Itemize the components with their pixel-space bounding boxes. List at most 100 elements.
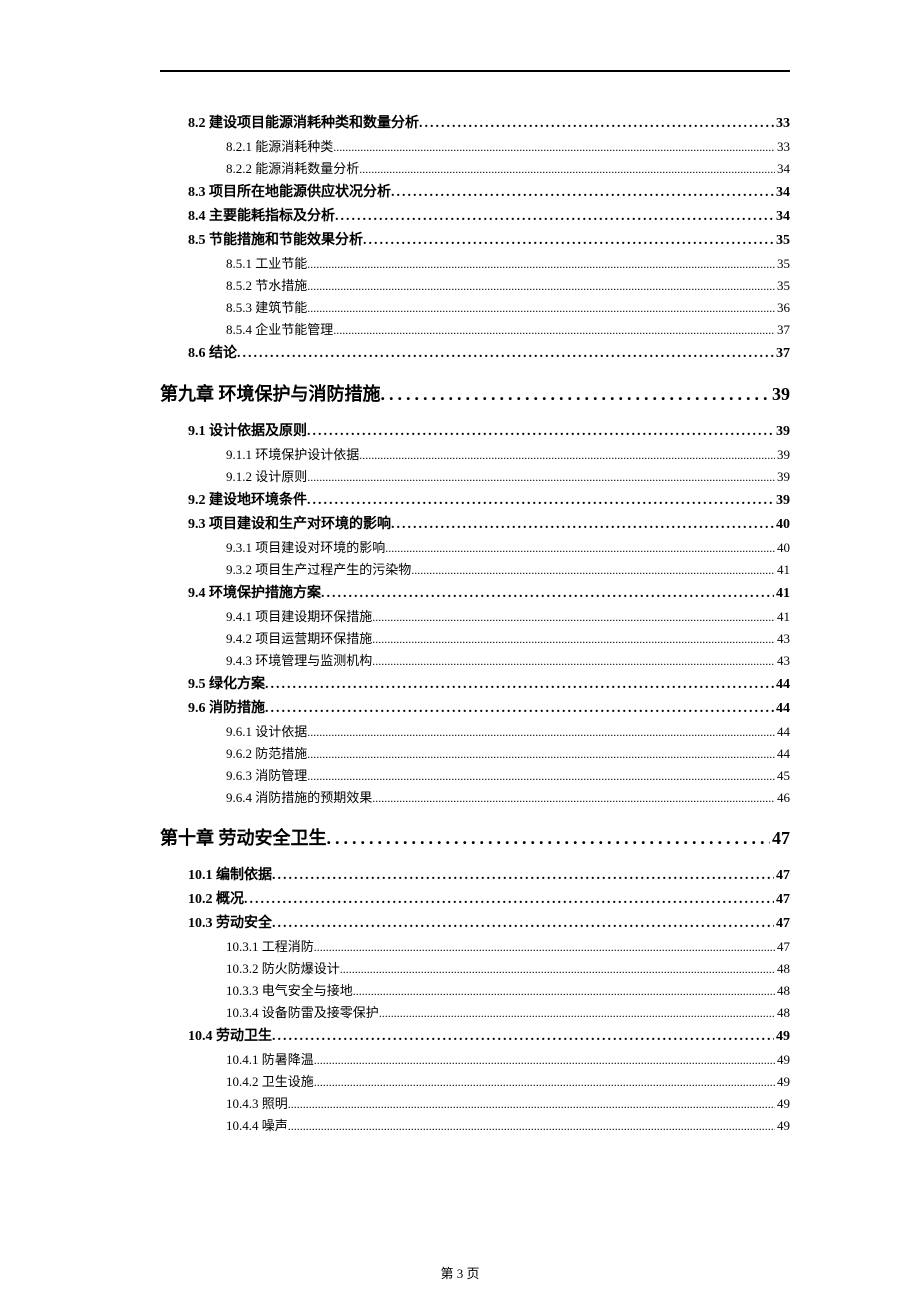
toc-leader: ........................................… bbox=[265, 677, 774, 693]
toc-leader: ........................................… bbox=[307, 493, 774, 509]
toc-entry[interactable]: 9.1 设计依据及原则.............................… bbox=[160, 420, 790, 440]
toc-title: 9.6 消防措施 bbox=[188, 697, 265, 717]
toc-leader: ........................................… bbox=[327, 828, 771, 849]
toc-page: 41 bbox=[775, 609, 790, 625]
toc-title: 10.1 编制依据 bbox=[188, 864, 272, 884]
toc-entry[interactable]: 10.1 编制依据...............................… bbox=[160, 864, 790, 884]
toc-entry[interactable]: 8.5 节能措施和节能效果分析.........................… bbox=[160, 229, 790, 249]
toc-entry[interactable]: 9.3.2 项目生产过程产生的污染物......................… bbox=[160, 559, 790, 578]
toc-leader: ........................................… bbox=[272, 916, 774, 932]
toc-page: 44 bbox=[774, 677, 790, 693]
toc-leader: ........................................… bbox=[385, 541, 775, 556]
toc-entry[interactable]: 10.4 劳动卫生...............................… bbox=[160, 1025, 790, 1045]
toc-title: 第十章 劳动安全卫生 bbox=[160, 824, 327, 850]
toc-entry[interactable]: 第九章 环境保护与消防措施...........................… bbox=[160, 380, 790, 406]
page-footer: 第 3 页 bbox=[0, 1263, 920, 1282]
table-of-contents: 8.2 建设项目能源消耗种类和数量分析.....................… bbox=[160, 112, 790, 1134]
toc-leader: ........................................… bbox=[359, 448, 775, 463]
toc-title: 9.5 绿化方案 bbox=[188, 673, 265, 693]
toc-entry[interactable]: 9.4.3 环境管理与监测机构.........................… bbox=[160, 650, 790, 669]
toc-entry[interactable]: 9.1.2 设计原则..............................… bbox=[160, 466, 790, 485]
toc-entry[interactable]: 9.6.2 防范措施..............................… bbox=[160, 743, 790, 762]
toc-entry[interactable]: 8.4 主要能耗指标及分析...........................… bbox=[160, 205, 790, 225]
toc-page: 47 bbox=[775, 939, 790, 955]
toc-title: 8.5.2 节水措施 bbox=[226, 275, 307, 294]
toc-leader: ........................................… bbox=[314, 1053, 775, 1068]
toc-title: 9.6.1 设计依据 bbox=[226, 721, 307, 740]
toc-page: 48 bbox=[775, 961, 790, 977]
toc-page: 39 bbox=[774, 424, 790, 440]
toc-page: 36 bbox=[775, 300, 790, 316]
toc-entry[interactable]: 9.6 消防措施................................… bbox=[160, 697, 790, 717]
toc-entry[interactable]: 10.3.2 防火防爆设计...........................… bbox=[160, 958, 790, 977]
toc-page: 40 bbox=[774, 517, 790, 533]
toc-title: 9.2 建设地环境条件 bbox=[188, 489, 307, 509]
toc-leader: ........................................… bbox=[419, 116, 774, 132]
header-rule bbox=[160, 70, 790, 72]
toc-entry[interactable]: 9.1.1 环境保护设计依据..........................… bbox=[160, 444, 790, 463]
toc-entry[interactable]: 8.3 项目所在地能源供应状况分析.......................… bbox=[160, 181, 790, 201]
toc-leader: ........................................… bbox=[244, 892, 774, 908]
toc-entry[interactable]: 8.5.4 企业节能管理............................… bbox=[160, 319, 790, 338]
toc-entry[interactable]: 10.3.1 工程消防.............................… bbox=[160, 936, 790, 955]
toc-leader: ........................................… bbox=[359, 162, 775, 177]
toc-entry[interactable]: 10.3 劳动安全...............................… bbox=[160, 912, 790, 932]
toc-leader: ........................................… bbox=[288, 1097, 775, 1112]
toc-entry[interactable]: 9.6.3 消防管理..............................… bbox=[160, 765, 790, 784]
toc-entry[interactable]: 10.4.2 卫生设施.............................… bbox=[160, 1071, 790, 1090]
toc-entry[interactable]: 10.4.3 照明...............................… bbox=[160, 1093, 790, 1112]
toc-leader: ........................................… bbox=[391, 185, 774, 201]
toc-title: 10.4.4 噪声 bbox=[226, 1115, 288, 1134]
toc-title: 9.1.2 设计原则 bbox=[226, 466, 307, 485]
toc-entry[interactable]: 8.5.2 节水措施..............................… bbox=[160, 275, 790, 294]
toc-page: 39 bbox=[774, 493, 790, 509]
toc-title: 8.4 主要能耗指标及分析 bbox=[188, 205, 335, 225]
toc-entry[interactable]: 9.3 项目建设和生产对环境的影响.......................… bbox=[160, 513, 790, 533]
toc-leader: ........................................… bbox=[307, 747, 775, 762]
toc-entry[interactable]: 9.5 绿化方案................................… bbox=[160, 673, 790, 693]
toc-entry[interactable]: 8.5.1 工业节能..............................… bbox=[160, 253, 790, 272]
toc-entry[interactable]: 9.6.1 设计依据..............................… bbox=[160, 721, 790, 740]
toc-leader: ........................................… bbox=[307, 279, 775, 294]
toc-leader: ........................................… bbox=[314, 940, 775, 955]
toc-entry[interactable]: 8.6 结论..................................… bbox=[160, 342, 790, 362]
toc-entry[interactable]: 8.2.1 能源消耗种类............................… bbox=[160, 136, 790, 155]
toc-title: 9.3.2 项目生产过程产生的污染物 bbox=[226, 559, 411, 578]
toc-title: 9.4.2 项目运营期环保措施 bbox=[226, 628, 372, 647]
toc-entry[interactable]: 9.3.1 项目建设对环境的影响........................… bbox=[160, 537, 790, 556]
toc-title: 第九章 环境保护与消防措施 bbox=[160, 380, 381, 406]
toc-entry[interactable]: 8.5.3 建筑节能..............................… bbox=[160, 297, 790, 316]
toc-title: 9.4.3 环境管理与监测机构 bbox=[226, 650, 372, 669]
toc-entry[interactable]: 9.6.4 消防措施的预期效果.........................… bbox=[160, 787, 790, 806]
toc-entry[interactable]: 8.2.2 能源消耗数量分析..........................… bbox=[160, 158, 790, 177]
toc-entry[interactable]: 10.3.3 电气安全与接地..........................… bbox=[160, 980, 790, 999]
toc-leader: ........................................… bbox=[353, 984, 775, 999]
toc-page: 33 bbox=[774, 116, 790, 132]
toc-title: 9.1 设计依据及原则 bbox=[188, 420, 307, 440]
toc-entry[interactable]: 9.4.1 项目建设期环保措施.........................… bbox=[160, 606, 790, 625]
toc-entry[interactable]: 10.4.1 防暑降温.............................… bbox=[160, 1049, 790, 1068]
toc-entry[interactable]: 9.4.2 项目运营期环保措施.........................… bbox=[160, 628, 790, 647]
toc-title: 10.4 劳动卫生 bbox=[188, 1025, 272, 1045]
toc-entry[interactable]: 10.3.4 设备防雷及接零保护........................… bbox=[160, 1002, 790, 1021]
toc-leader: ........................................… bbox=[340, 962, 775, 977]
toc-leader: ........................................… bbox=[411, 563, 775, 578]
toc-title: 10.2 概况 bbox=[188, 888, 244, 908]
toc-entry[interactable]: 10.2 概况.................................… bbox=[160, 888, 790, 908]
toc-title: 10.3.4 设备防雷及接零保护 bbox=[226, 1002, 379, 1021]
toc-entry[interactable]: 8.2 建设项目能源消耗种类和数量分析.....................… bbox=[160, 112, 790, 132]
toc-leader: ........................................… bbox=[333, 140, 775, 155]
toc-leader: ........................................… bbox=[307, 725, 775, 740]
toc-entry[interactable]: 9.4 环境保护措施方案............................… bbox=[160, 582, 790, 602]
toc-page: 49 bbox=[775, 1052, 790, 1068]
toc-entry[interactable]: 10.4.4 噪声...............................… bbox=[160, 1115, 790, 1134]
toc-page: 47 bbox=[774, 892, 790, 908]
toc-leader: ........................................… bbox=[288, 1119, 775, 1134]
toc-title: 9.4.1 项目建设期环保措施 bbox=[226, 606, 372, 625]
toc-title: 9.3 项目建设和生产对环境的影响 bbox=[188, 513, 391, 533]
toc-title: 8.6 结论 bbox=[188, 342, 237, 362]
toc-page: 49 bbox=[775, 1118, 790, 1134]
toc-entry[interactable]: 9.2 建设地环境条件.............................… bbox=[160, 489, 790, 509]
toc-page: 46 bbox=[775, 790, 790, 806]
toc-entry[interactable]: 第十章 劳动安全卫生..............................… bbox=[160, 824, 790, 850]
